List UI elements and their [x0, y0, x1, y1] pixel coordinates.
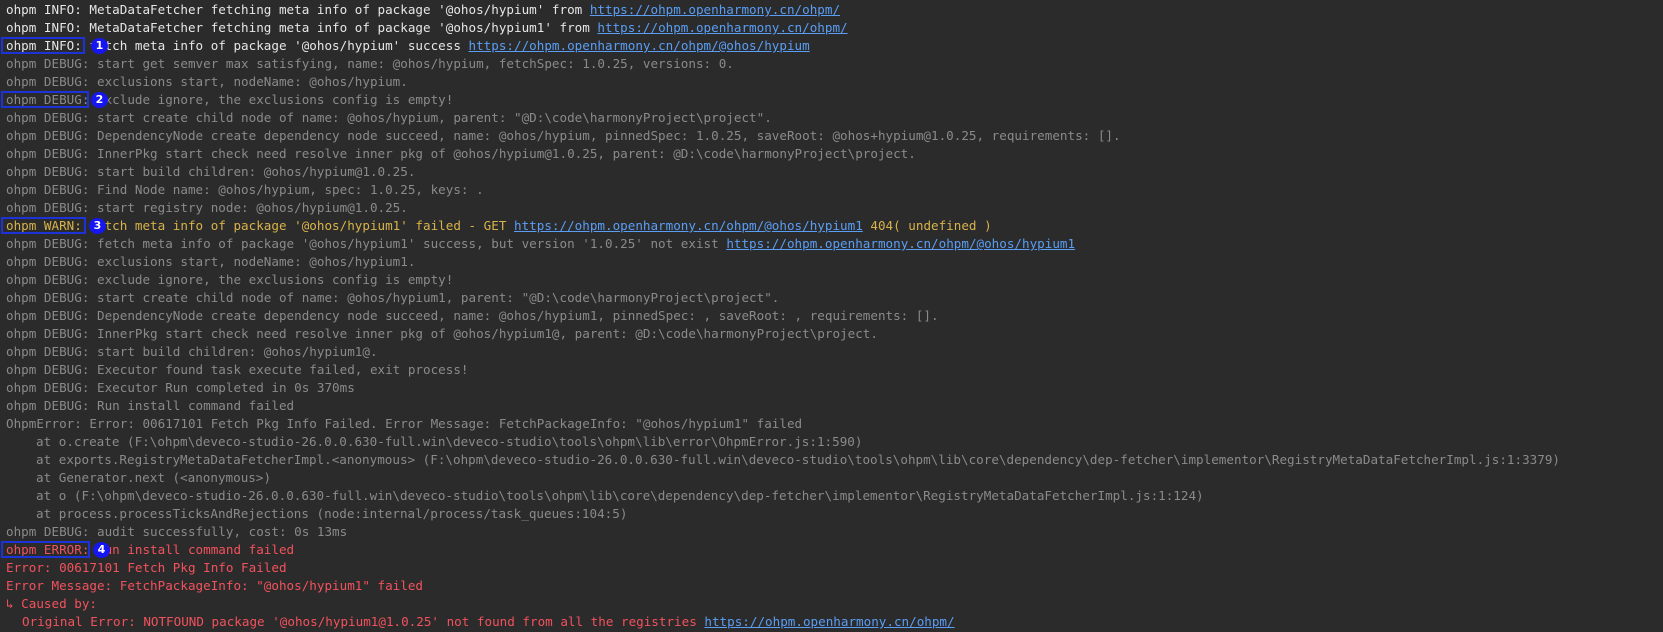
log-text: ohpm DEBUG: Find Node name: @ohos/hypium… — [6, 182, 484, 197]
log-text: ohpm INFO: fetch meta info of package '@… — [6, 38, 469, 53]
log-link[interactable]: https://ohpm.openharmony.cn/ohpm/@ohos/h… — [514, 218, 863, 233]
log-line-debug: ohpm DEBUG: Executor found task execute … — [0, 361, 1663, 379]
log-text: Error: 00617101 Fetch Pkg Info Failed — [6, 560, 287, 575]
log-text: ohpm DEBUG: start build children: @ohos/… — [6, 344, 378, 359]
log-line-info: ohpm INFO: fetch meta info of package '@… — [0, 37, 1663, 55]
log-line-error: Error: 00617101 Fetch Pkg Info Failed — [0, 559, 1663, 577]
log-line-debug: ohpm DEBUG: fetch meta info of package '… — [0, 235, 1663, 253]
log-text: ohpm DEBUG: fetch meta info of package '… — [6, 236, 727, 251]
log-line-debug: OhpmError: Error: 00617101 Fetch Pkg Inf… — [0, 415, 1663, 433]
log-line-debug: ohpm DEBUG: start build children: @ohos/… — [0, 343, 1663, 361]
log-link[interactable]: https://ohpm.openharmony.cn/ohpm/@ohos/h… — [469, 38, 810, 53]
log-text: OhpmError: Error: 00617101 Fetch Pkg Inf… — [6, 416, 803, 431]
log-text: ohpm DEBUG: Run install command failed — [6, 398, 295, 413]
log-line-debug: ohpm DEBUG: DependencyNode create depend… — [0, 307, 1663, 325]
log-line-error: ohpm ERROR: Run install command failed 4 — [0, 541, 1663, 559]
log-line-debug: ohpm DEBUG: exclusions start, nodeName: … — [0, 73, 1663, 91]
log-link[interactable]: https://ohpm.openharmony.cn/ohpm/ — [704, 614, 954, 629]
log-line-warn: ohpm WARN: fetch meta info of package '@… — [0, 217, 1663, 235]
annotation-badge: 1 — [91, 38, 108, 54]
annotation-badge: 2 — [91, 92, 108, 108]
log-text: ohpm DEBUG: start create child node of n… — [6, 110, 772, 125]
log-line-debug: at process.processTicksAndRejections (no… — [0, 505, 1663, 523]
log-text: ohpm DEBUG: Executor Run completed in 0s… — [6, 380, 355, 395]
log-text: ohpm DEBUG: DependencyNode create depend… — [6, 308, 939, 323]
log-text: ohpm DEBUG: InnerPkg start check need re… — [6, 326, 878, 341]
log-line-error: Original Error: NOTFOUND package '@ohos/… — [0, 613, 1663, 631]
log-text: ohpm DEBUG: start get semver max satisfy… — [6, 56, 734, 71]
log-line-debug: ohpm DEBUG: start build children: @ohos/… — [0, 163, 1663, 181]
log-text: at exports.RegistryMetaDataFetcherImpl.<… — [36, 452, 1560, 467]
log-line-debug: ohpm DEBUG: exclude ignore, the exclusio… — [0, 91, 1663, 109]
log-text: ohpm DEBUG: Executor found task execute … — [6, 362, 469, 377]
log-line-debug: at o (F:\ohpm\deveco-studio-26.0.0.630-f… — [0, 487, 1663, 505]
log-line-debug: at Generator.next (<anonymous>) — [0, 469, 1663, 487]
log-line-debug: ohpm DEBUG: exclusions start, nodeName: … — [0, 253, 1663, 271]
log-text: 404( undefined ) — [862, 218, 992, 233]
log-text: ohpm DEBUG: start registry node: @ohos/h… — [6, 200, 408, 215]
log-text: ohpm ERROR: Run install command failed — [6, 542, 295, 557]
annotation-badge: 3 — [89, 218, 106, 234]
log-text: ohpm WARN: fetch meta info of package '@… — [6, 218, 514, 233]
log-line-debug: ohpm DEBUG: exclude ignore, the exclusio… — [0, 271, 1663, 289]
log-text: Error Message: FetchPackageInfo: "@ohos/… — [6, 578, 424, 593]
log-line-debug: ohpm DEBUG: Executor Run completed in 0s… — [0, 379, 1663, 397]
log-link[interactable]: https://ohpm.openharmony.cn/ohpm/ — [597, 20, 847, 35]
log-text: Original Error: NOTFOUND package '@ohos/… — [22, 614, 705, 629]
log-text: ohpm INFO: MetaDataFetcher fetching meta… — [6, 20, 598, 35]
log-line-debug: ohpm DEBUG: start get semver max satisfy… — [0, 55, 1663, 73]
log-line-debug: ohpm DEBUG: start registry node: @ohos/h… — [0, 199, 1663, 217]
log-line-caused: ↳ Caused by: — [0, 595, 1663, 613]
log-text: ohpm DEBUG: exclusions start, nodeName: … — [6, 74, 408, 89]
log-line-debug: ohpm DEBUG: start create child node of n… — [0, 109, 1663, 127]
annotation-badge: 4 — [93, 542, 110, 558]
log-line-debug: ohpm DEBUG: DependencyNode create depend… — [0, 127, 1663, 145]
log-line-debug: at o.create (F:\ohpm\deveco-studio-26.0.… — [0, 433, 1663, 451]
log-line-debug: ohpm DEBUG: InnerPkg start check need re… — [0, 145, 1663, 163]
log-text: ohpm INFO: MetaDataFetcher fetching meta… — [6, 2, 590, 17]
log-line-debug: ohpm DEBUG: InnerPkg start check need re… — [0, 325, 1663, 343]
console-output[interactable]: ohpm INFO: MetaDataFetcher fetching meta… — [0, 0, 1663, 632]
log-text: at o (F:\ohpm\deveco-studio-26.0.0.630-f… — [36, 488, 1204, 503]
log-line-error: Error Message: FetchPackageInfo: "@ohos/… — [0, 577, 1663, 595]
log-text: ohpm DEBUG: exclude ignore, the exclusio… — [6, 92, 454, 107]
log-text: ohpm DEBUG: exclude ignore, the exclusio… — [6, 272, 454, 287]
log-text: ohpm DEBUG: exclusions start, nodeName: … — [6, 254, 416, 269]
log-text: ohpm DEBUG: start build children: @ohos/… — [6, 164, 416, 179]
log-line-debug: ohpm DEBUG: start create child node of n… — [0, 289, 1663, 307]
log-line-debug: at exports.RegistryMetaDataFetcherImpl.<… — [0, 451, 1663, 469]
log-text: at process.processTicksAndRejections (no… — [36, 506, 628, 521]
log-link[interactable]: https://ohpm.openharmony.cn/ohpm/ — [590, 2, 840, 17]
log-text: at Generator.next (<anonymous>) — [36, 470, 272, 485]
log-line-info: ohpm INFO: MetaDataFetcher fetching meta… — [0, 19, 1663, 37]
log-text: ohpm DEBUG: start create child node of n… — [6, 290, 780, 305]
log-line-debug: ohpm DEBUG: Find Node name: @ohos/hypium… — [0, 181, 1663, 199]
log-line-debug: ohpm DEBUG: audit successfully, cost: 0s… — [0, 523, 1663, 541]
log-link[interactable]: https://ohpm.openharmony.cn/ohpm/@ohos/h… — [726, 236, 1075, 251]
log-text: ohpm DEBUG: DependencyNode create depend… — [6, 128, 1121, 143]
log-text: ohpm DEBUG: InnerPkg start check need re… — [6, 146, 916, 161]
log-text: ohpm DEBUG: audit successfully, cost: 0s… — [6, 524, 348, 539]
log-line-debug: ohpm DEBUG: Run install command failed — [0, 397, 1663, 415]
log-text: at o.create (F:\ohpm\deveco-studio-26.0.… — [36, 434, 863, 449]
log-text: ↳ Caused by: — [6, 596, 97, 611]
log-line-info: ohpm INFO: MetaDataFetcher fetching meta… — [0, 1, 1663, 19]
